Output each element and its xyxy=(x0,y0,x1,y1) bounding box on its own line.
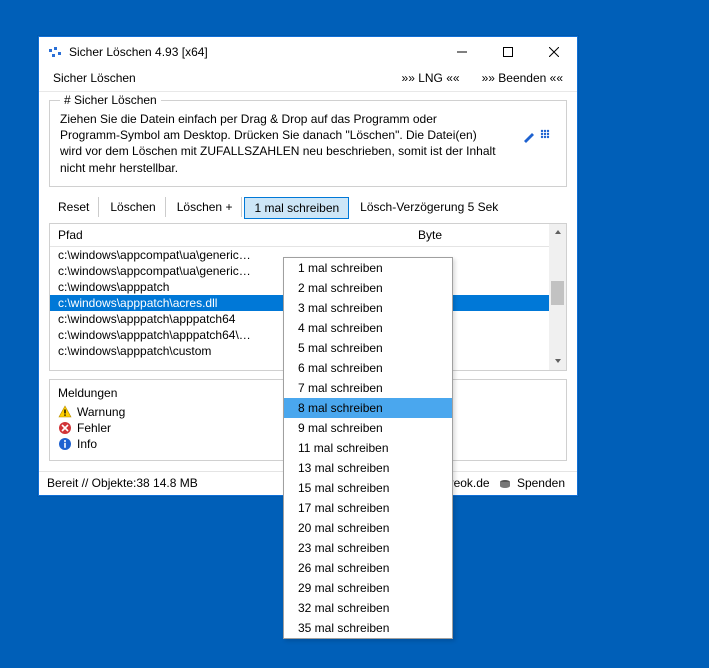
delete-plus-button[interactable]: Löschen + xyxy=(168,197,243,217)
dropdown-item[interactable]: 20 mal schreiben xyxy=(284,518,452,538)
menu-exit[interactable]: »» Beenden «« xyxy=(476,69,569,87)
dropdown-item[interactable]: 11 mal schreiben xyxy=(284,438,452,458)
dropdown-item[interactable]: 13 mal schreiben xyxy=(284,458,452,478)
delete-delay-button[interactable]: Lösch-Verzögerung 5 Sek xyxy=(351,197,507,217)
scroll-track[interactable] xyxy=(549,241,566,353)
overwrite-count-button[interactable]: 1 mal schreiben xyxy=(244,197,349,219)
dropdown-item[interactable]: 23 mal schreiben xyxy=(284,538,452,558)
donate-label: Spenden xyxy=(517,476,565,490)
menubar: Sicher Löschen »» LNG «« »» Beenden «« xyxy=(39,67,577,92)
info-label: Info xyxy=(77,437,97,451)
dropdown-item[interactable]: 1 mal schreiben xyxy=(284,258,452,278)
dropdown-item[interactable]: 3 mal schreiben xyxy=(284,298,452,318)
dropdown-item[interactable]: 6 mal schreiben xyxy=(284,358,452,378)
error-icon xyxy=(58,421,72,435)
app-window: Sicher Löschen 4.93 [x64] Sicher Löschen… xyxy=(38,36,578,496)
vertical-scrollbar[interactable] xyxy=(549,224,566,370)
info-groupbox: # Sicher Löschen Ziehen Sie die Datein e… xyxy=(49,100,567,187)
scroll-down-arrow[interactable] xyxy=(549,353,566,370)
dropdown-item[interactable]: 5 mal schreiben xyxy=(284,338,452,358)
menu-lng[interactable]: »» LNG «« xyxy=(396,69,466,87)
overwrite-count-dropdown[interactable]: 1 mal schreiben2 mal schreiben3 mal schr… xyxy=(283,257,453,639)
dropdown-item[interactable]: 7 mal schreiben xyxy=(284,378,452,398)
info-legend: # Sicher Löschen xyxy=(60,93,161,107)
info-icon xyxy=(58,437,72,451)
close-button[interactable] xyxy=(531,37,577,67)
maximize-button[interactable] xyxy=(485,37,531,67)
titlebar: Sicher Löschen 4.93 [x64] xyxy=(39,37,577,67)
window-title: Sicher Löschen 4.93 [x64] xyxy=(69,45,439,59)
list-header: Pfad Byte xyxy=(50,224,566,247)
toolbar: Reset Löschen Löschen + 1 mal schreiben … xyxy=(49,197,567,219)
scroll-thumb[interactable] xyxy=(551,281,564,305)
col-path[interactable]: Pfad xyxy=(50,224,410,246)
error-label: Fehler xyxy=(77,421,111,435)
warning-icon xyxy=(58,405,72,419)
app-icon xyxy=(47,44,63,60)
donate-icon xyxy=(498,477,512,491)
dropdown-item[interactable]: 8 mal schreiben xyxy=(284,398,452,418)
donate-link[interactable]: Spenden xyxy=(494,476,569,491)
dropdown-item[interactable]: 2 mal schreiben xyxy=(284,278,452,298)
dropdown-item[interactable]: 15 mal schreiben xyxy=(284,478,452,498)
scroll-up-arrow[interactable] xyxy=(549,224,566,241)
dropdown-item[interactable]: 35 mal schreiben xyxy=(284,618,452,638)
delete-button[interactable]: Löschen xyxy=(101,197,165,217)
logo-icon xyxy=(520,119,556,155)
dropdown-item[interactable]: 32 mal schreiben xyxy=(284,598,452,618)
col-size[interactable]: Byte xyxy=(410,224,566,246)
dropdown-item[interactable]: 4 mal schreiben xyxy=(284,318,452,338)
dropdown-item[interactable]: 29 mal schreiben xyxy=(284,578,452,598)
menu-main[interactable]: Sicher Löschen xyxy=(47,69,142,87)
dropdown-item[interactable]: 9 mal schreiben xyxy=(284,418,452,438)
warning-label: Warnung xyxy=(77,405,125,419)
minimize-button[interactable] xyxy=(439,37,485,67)
dropdown-item[interactable]: 17 mal schreiben xyxy=(284,498,452,518)
dropdown-item[interactable]: 26 mal schreiben xyxy=(284,558,452,578)
info-description: Ziehen Sie die Datein einfach per Drag &… xyxy=(60,111,556,176)
reset-button[interactable]: Reset xyxy=(49,197,99,217)
